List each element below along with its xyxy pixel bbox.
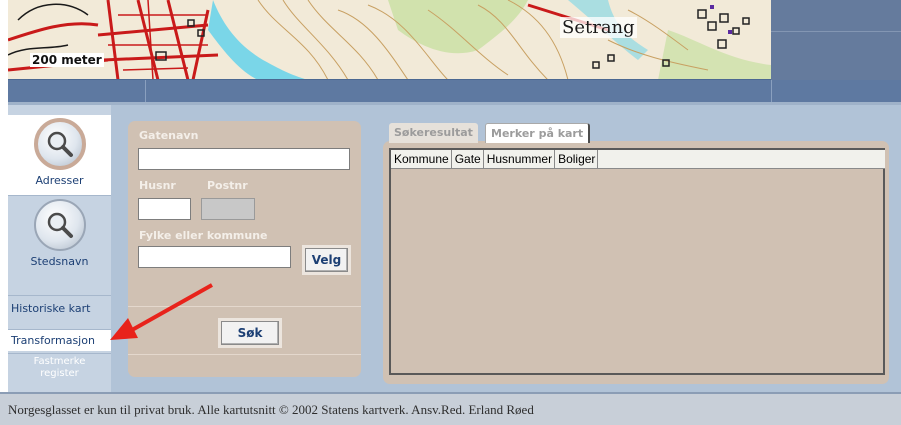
sidebar-item-transformasjon[interactable]: Transformasjon <box>8 329 111 351</box>
status-text: Norgesglasset er kun til privat bruk. Al… <box>8 402 534 417</box>
husnr-label: Husnr <box>139 179 176 192</box>
sok-button[interactable]: Søk <box>221 321 279 345</box>
magnifier-icon <box>33 199 86 251</box>
map-view[interactable]: Setrang 200 meter <box>8 0 771 80</box>
column-header-boliger[interactable]: Boliger <box>555 150 599 168</box>
fylke-kommune-input[interactable] <box>138 246 291 268</box>
fylke-label: Fylke eller kommune <box>139 229 268 242</box>
sidebar-item-adresser[interactable]: Adresser <box>8 115 111 195</box>
husnr-input[interactable] <box>138 198 191 220</box>
results-table[interactable]: Kommune Gate Husnummer Boliger <box>389 148 885 375</box>
sidebar-item-stedsnavn[interactable]: Stedsnavn <box>8 195 111 270</box>
map-scale-label: 200 meter <box>30 53 104 67</box>
map-side-panel <box>771 0 901 80</box>
tab-sokeresultat[interactable]: Søkeresultat <box>389 123 478 143</box>
velg-button[interactable]: Velg <box>305 248 348 272</box>
sidebar-item-label: Fastmerke <box>33 356 86 367</box>
sidebar-item-label: register <box>40 368 79 379</box>
postnr-label: Postnr <box>207 179 248 192</box>
address-search-form: Gatenavn Husnr Postnr Fylke eller kommun… <box>128 121 361 377</box>
gatenavn-input[interactable] <box>138 148 350 170</box>
sidebar-item-label: Adresser <box>35 174 84 187</box>
tab-merker-pa-kart[interactable]: Merker på kart <box>485 123 591 143</box>
divider <box>128 306 361 307</box>
column-header-husnummer[interactable]: Husnummer <box>484 150 556 168</box>
toolbar-band <box>8 80 901 102</box>
column-header-kommune[interactable]: Kommune <box>391 150 452 168</box>
sidebar-item-label: Stedsnavn <box>30 255 89 268</box>
status-bar: Norgesglasset er kun til privat bruk. Al… <box>0 392 901 425</box>
postnr-input <box>201 198 255 220</box>
map-drawing <box>8 0 771 79</box>
column-header-filler <box>598 150 885 168</box>
table-header: Kommune Gate Husnummer Boliger <box>391 150 885 169</box>
main-frame: Adresser Stedsnavn Historiske kart Trans… <box>8 102 901 392</box>
map-place-label: Setrang <box>560 17 637 38</box>
divider <box>128 354 361 355</box>
column-header-gate[interactable]: Gate <box>452 150 484 168</box>
sidebar: Adresser Stedsnavn Historiske kart Trans… <box>8 105 111 392</box>
gatenavn-label: Gatenavn <box>139 129 199 142</box>
sidebar-item-historiske-kart[interactable]: Historiske kart <box>8 295 111 317</box>
sidebar-item-fastmerke-register[interactable]: Fastmerke register <box>8 353 111 389</box>
magnifier-icon <box>33 118 86 170</box>
